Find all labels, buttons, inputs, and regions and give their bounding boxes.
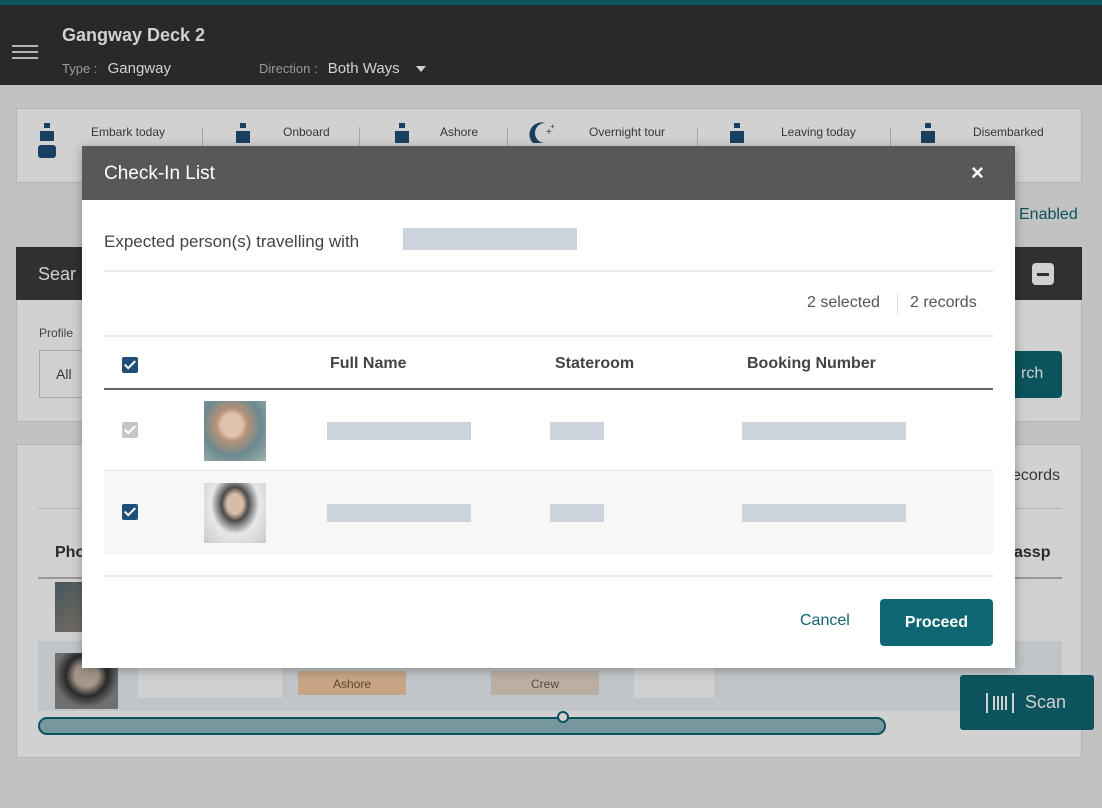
avatar: [204, 483, 266, 543]
row-checkbox[interactable]: [122, 422, 138, 438]
redacted-stateroom: [550, 422, 604, 440]
divider: [104, 270, 993, 272]
redacted-booking-number: [742, 504, 906, 522]
redacted-name: [403, 228, 577, 250]
divider: [897, 292, 898, 316]
column-header-booking-number[interactable]: Booking Number: [747, 355, 876, 373]
modal-title: Check-In List: [104, 163, 215, 184]
records-count: 2 records: [910, 294, 977, 311]
avatar: [204, 401, 266, 461]
divider: [104, 575, 993, 577]
row-checkbox[interactable]: [122, 504, 138, 520]
column-header-full-name[interactable]: Full Name: [330, 355, 406, 373]
proceed-button[interactable]: Proceed: [880, 599, 993, 646]
close-icon[interactable]: ×: [971, 160, 984, 186]
redacted-booking-number: [742, 422, 906, 440]
redacted-full-name: [327, 422, 471, 440]
select-all-checkbox[interactable]: [122, 357, 138, 373]
cancel-button[interactable]: Cancel: [800, 612, 850, 630]
divider: [104, 335, 993, 337]
redacted-stateroom: [550, 504, 604, 522]
expected-persons-text: Expected person(s) travelling with: [104, 232, 360, 251]
check-in-modal: Check-In List × Expected person(s) trave…: [82, 146, 1015, 668]
redacted-full-name: [327, 504, 471, 522]
header-divider: [104, 388, 993, 390]
selected-count: 2 selected: [807, 294, 880, 311]
column-header-stateroom[interactable]: Stateroom: [555, 355, 634, 373]
modal-header: Check-In List ×: [82, 146, 1015, 200]
